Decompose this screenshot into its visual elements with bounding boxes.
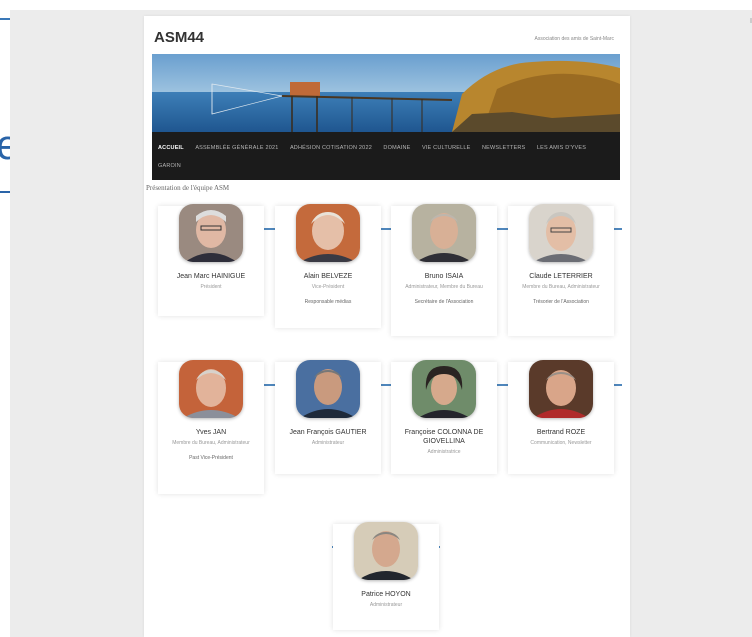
team-member-card: Jean François GAUTIER Administrateur xyxy=(275,360,381,474)
member-photo xyxy=(354,522,418,580)
nav-item-garoin[interactable]: GAROIN xyxy=(158,163,181,169)
member-extra: Secrétaire de l'Association xyxy=(414,299,474,305)
member-name: Yves JAN xyxy=(195,429,227,436)
member-name: Jean Marc HAINIGUE xyxy=(176,273,246,280)
member-photo xyxy=(529,360,593,418)
team-member-card: Bertrand ROZE Communication, Newsletter xyxy=(508,360,614,474)
member-photo xyxy=(529,204,593,262)
site-description: Association des amis de Saint-Marc xyxy=(534,36,614,42)
member-name: Jean François GAUTIER xyxy=(289,429,367,436)
member-photo xyxy=(412,360,476,418)
member-extra: Past Vice-Président xyxy=(189,455,233,461)
nav-item-accueil[interactable]: ACCUEIL xyxy=(158,145,184,151)
member-name: Claude LETERRIER xyxy=(529,273,593,280)
member-photo xyxy=(179,360,243,418)
member-role: Administrateur xyxy=(369,602,403,608)
member-extra: Responsable médias xyxy=(304,299,352,305)
member-role: Communication, Newsletter xyxy=(530,440,592,446)
team-member-card: Claude LETERRIER Membre du Bureau, Admin… xyxy=(508,204,614,336)
nav-item-vie-culturelle[interactable]: VIE CULTURELLE xyxy=(422,145,471,151)
member-role: Vice-Président xyxy=(311,284,345,290)
member-name: Françoise COLONNA DE GIOVELLINA xyxy=(404,429,484,445)
main-navigation: ACCUEIL ASSEMBLÉE GÉNÉRALE 2021 ADHÉSION… xyxy=(152,132,620,180)
section-title: Présentation de l'équipe ASM xyxy=(146,184,230,192)
member-role: Administratrice xyxy=(427,449,461,455)
member-name: Patrice HOYON xyxy=(361,591,411,598)
team-member-card: Bruno ISAIA Administrateur, Membre du Bu… xyxy=(391,204,497,336)
nav-item-adhesion[interactable]: ADHÉSION COTISATION 2022 xyxy=(290,145,372,151)
member-photo xyxy=(179,204,243,262)
member-role: Administrateur, Membre du Bureau xyxy=(405,284,483,290)
member-extra: Trésorier de l'Association xyxy=(533,299,589,305)
team-member-card: Yves JAN Membre du Bureau, Administrateu… xyxy=(158,360,264,494)
site-title[interactable]: ASM44 xyxy=(154,29,204,46)
nav-item-assemblee-generale[interactable]: ASSEMBLÉE GÉNÉRALE 2021 xyxy=(195,145,278,151)
site-page: ASM44 Association des amis de Saint-Marc xyxy=(144,16,630,637)
member-role: Membre du Bureau, Administrateur xyxy=(522,284,600,290)
member-role: Administrateur xyxy=(311,440,345,446)
team-member-card: Alain BELVEZE Vice-Président Responsable… xyxy=(275,204,381,328)
fragment-dash xyxy=(0,18,10,20)
member-photo xyxy=(296,360,360,418)
member-name: Bertrand ROZE xyxy=(536,429,586,436)
header-banner-image xyxy=(152,54,620,132)
team-member-card: Patrice HOYON Administrateur xyxy=(333,522,439,630)
nav-item-newsletters[interactable]: NEWSLETTERS xyxy=(482,145,525,151)
team-member-card: Jean Marc HAINIGUE Président xyxy=(158,204,264,316)
member-role: Président xyxy=(200,284,222,290)
nav-item-domaine[interactable]: DOMAINE xyxy=(383,145,410,151)
nav-item-amis-yves[interactable]: LES AMIS D'YVES xyxy=(537,145,586,151)
member-photo xyxy=(412,204,476,262)
team-member-card: Françoise COLONNA DE GIOVELLINA Administ… xyxy=(391,360,497,474)
member-name: Bruno ISAIA xyxy=(424,273,464,280)
member-name: Alain BELVEZE xyxy=(303,273,353,280)
member-photo xyxy=(296,204,360,262)
member-role: Membre du Bureau, Administrateur xyxy=(172,440,250,446)
